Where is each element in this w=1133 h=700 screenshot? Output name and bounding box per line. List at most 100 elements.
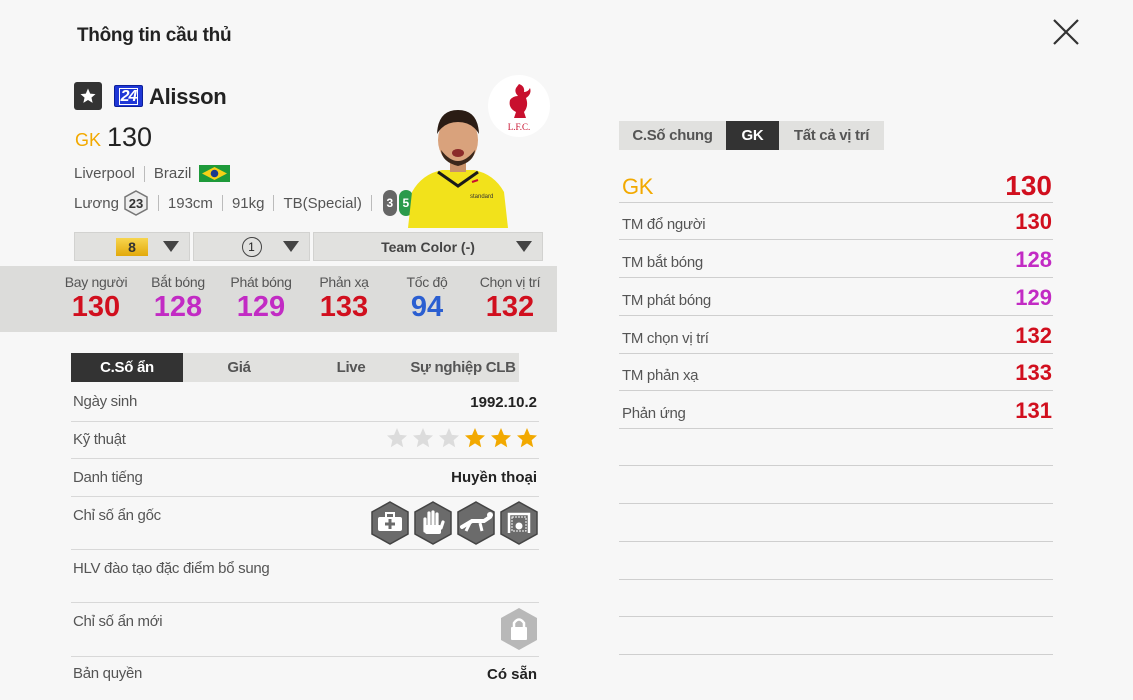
svg-text:standard: standard	[470, 194, 493, 200]
divider	[370, 195, 372, 211]
key-stat: Bắt bóng 128	[133, 274, 223, 324]
grade-selector[interactable]: 8	[74, 232, 190, 261]
key-stat-label: Tốc độ	[406, 274, 448, 290]
star-empty-icon	[439, 428, 459, 448]
stat-row: Phản ứng 131	[619, 392, 1053, 429]
club-logo: L.F.C.	[488, 75, 550, 137]
tab-gk[interactable]: GK	[726, 121, 779, 150]
tab-live[interactable]: Live	[295, 353, 407, 382]
key-stat-value: 129	[236, 291, 286, 323]
gk-position-value: 130	[1005, 170, 1052, 201]
goalkeeper-glove-icon[interactable]	[413, 501, 453, 545]
player-name: Alisson	[149, 84, 227, 109]
page-title: Thông tin cầu thủ	[77, 25, 232, 46]
lock-icon[interactable]	[499, 607, 539, 651]
detail-row-new-hidden: Chỉ số ẩn mới	[71, 603, 539, 657]
detail-row-license: Bản quyền Có sẵn	[71, 657, 539, 697]
key-stats-bar: Bay người 130 Bắt bóng 128 Phát bóng 129 Ph…	[0, 266, 557, 332]
stat-value: 130	[1015, 209, 1052, 234]
ovr-value: 130	[107, 122, 153, 152]
weight-value: 91kg	[231, 194, 265, 212]
empty-row	[619, 543, 1053, 580]
close-icon[interactable]	[1048, 14, 1084, 50]
chevron-down-icon	[163, 241, 179, 252]
tab-price[interactable]: Giá	[183, 353, 295, 382]
height-value: 193cm	[167, 194, 213, 212]
key-stat-value: 128	[153, 291, 203, 323]
nation-name: Brazil	[153, 165, 192, 182]
tab-all-positions[interactable]: Tất cả vị trí	[779, 121, 884, 150]
grade-badge: 8	[116, 237, 148, 256]
stat-label: TM bắt bóng	[622, 254, 703, 271]
chevron-down-icon	[516, 241, 532, 252]
stat-row: TM bắt bóng 128	[619, 241, 1053, 278]
divider	[221, 195, 223, 211]
position-tabs: C.Số chung GK Tất cả vị trí	[619, 121, 884, 150]
key-stat: Chọn vị trí 132	[465, 274, 555, 324]
divider	[273, 195, 275, 211]
stat-row: TM chọn vị trí 132	[619, 317, 1053, 354]
detail-tabs: C.Số ẩn Giá Live Sự nghiệp CLB	[71, 353, 519, 382]
birth-value: 1992.10.2	[470, 394, 537, 411]
stat-label: TM chọn vị trí	[622, 330, 709, 347]
hidden-stats-label: Chỉ số ẩn gốc	[73, 507, 161, 524]
key-stat-label: Chọn vị trí	[479, 274, 541, 290]
season-number: 24	[118, 87, 139, 105]
stat-label: TM phản xạ	[622, 367, 699, 384]
key-stat-value: 132	[485, 291, 535, 323]
team-color-selector[interactable]: Team Color (-)	[313, 232, 543, 261]
stat-value: 133	[1015, 360, 1052, 385]
season-badge: 24	[114, 85, 143, 107]
key-stat-value: 130	[71, 291, 121, 323]
level-selector[interactable]: 1	[193, 232, 310, 261]
salary-label: Lương	[74, 194, 119, 212]
stat-row: TM đổ người 130	[619, 203, 1053, 240]
divider	[157, 195, 159, 211]
stat-label: Phản ứng	[622, 405, 686, 422]
tab-club-career[interactable]: Sự nghiệp CLB	[407, 353, 519, 382]
position-ovr: GK 130	[75, 122, 152, 153]
detail-row-hidden: Chỉ số ẩn gốc	[71, 497, 539, 550]
diving-goalkeeper-icon[interactable]	[456, 501, 496, 545]
club-name: Liverpool	[74, 165, 135, 182]
key-stat-label: Bắt bóng	[151, 274, 205, 290]
skill-stars	[385, 426, 539, 450]
key-stat: Bay người 130	[51, 274, 141, 324]
position-ovr-row: GK 130	[619, 166, 1053, 203]
goal-net-icon[interactable]	[499, 501, 539, 545]
chevron-down-icon	[283, 241, 299, 252]
stat-label: TM đổ người	[622, 216, 706, 233]
license-value: Có sẵn	[486, 666, 537, 683]
birth-label: Ngày sinh	[73, 393, 138, 410]
medical-kit-icon[interactable]	[370, 501, 410, 545]
key-stat-label: Bay người	[64, 274, 128, 290]
key-stat-label: Phát bóng	[230, 274, 292, 290]
club-nation-line: Liverpool Brazil	[74, 165, 231, 182]
detail-row-birth: Ngày sinh 1992.10.2	[71, 384, 539, 422]
license-label: Bản quyền	[73, 665, 143, 682]
detail-row-fame: Danh tiếng Huyền thoại	[71, 459, 539, 497]
favorite-star-button[interactable]	[74, 82, 102, 110]
skill-label: Kỹ thuật	[73, 431, 126, 448]
key-stat: Tốc độ 94	[382, 274, 472, 324]
empty-row	[619, 505, 1053, 542]
fame-label: Danh tiếng	[73, 469, 143, 486]
detail-row-coach: HLV đào tạo đặc điểm bổ sung	[71, 550, 539, 603]
empty-row	[619, 429, 1053, 466]
left-foot-badge: 3	[382, 190, 397, 216]
empty-row	[619, 467, 1053, 504]
empty-row	[619, 580, 1053, 617]
brazil-flag-icon	[199, 165, 231, 182]
stat-label: TM phát bóng	[622, 292, 711, 309]
key-stat: Phát bóng 129	[216, 274, 306, 324]
tab-general-stats[interactable]: C.Số chung	[619, 121, 726, 150]
salary-value: 23	[129, 196, 143, 211]
key-stat-value: 133	[319, 291, 369, 323]
gk-position-label: GK	[622, 174, 654, 199]
body-type-value: TB(Special)	[283, 194, 362, 212]
key-stat: Phản xạ 133	[299, 274, 389, 324]
tab-hidden-stats[interactable]: C.Số ẩn	[71, 353, 183, 382]
stat-value: 129	[1015, 285, 1052, 310]
stat-value: 131	[1015, 398, 1052, 423]
hidden-traits	[370, 501, 539, 545]
